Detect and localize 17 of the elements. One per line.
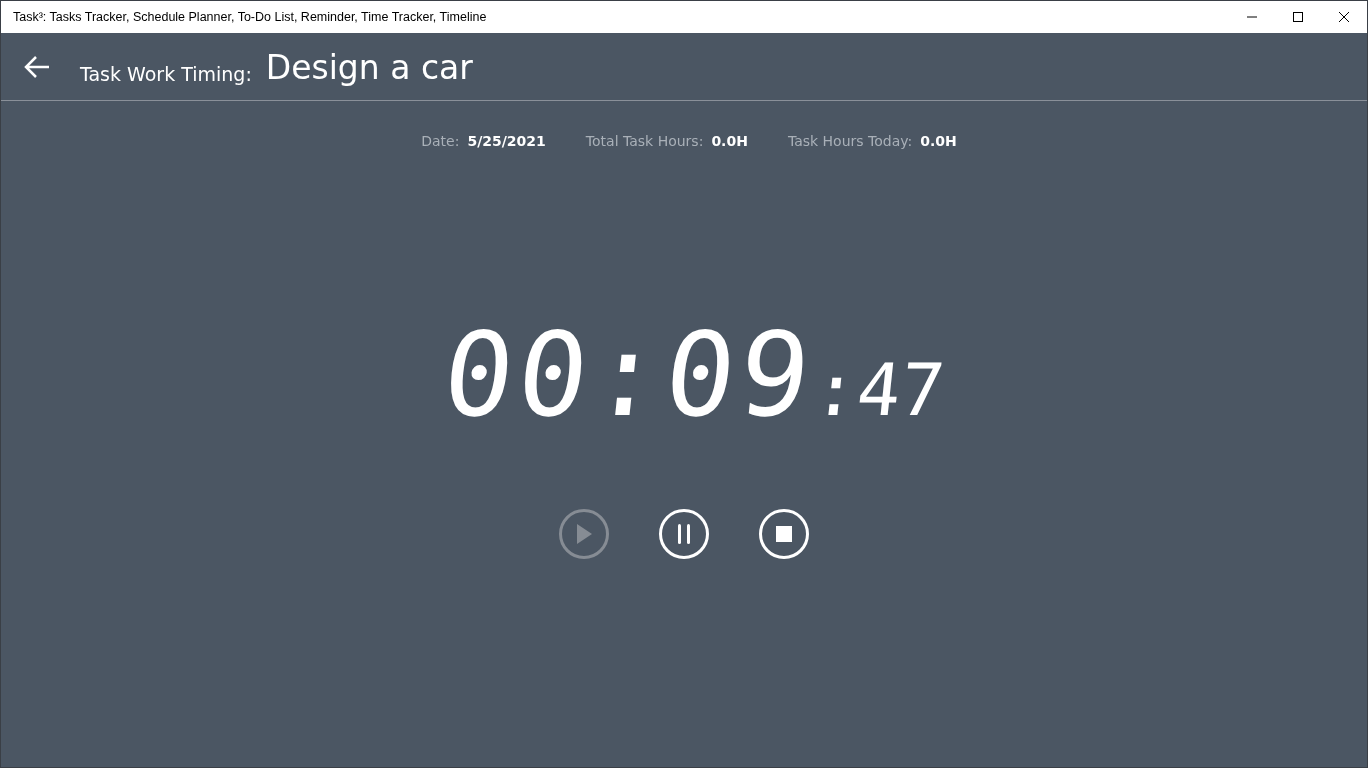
stat-value: 5/25/2021	[467, 133, 546, 149]
close-icon	[1338, 11, 1350, 23]
task-name: Design a car	[265, 48, 473, 87]
pause-button[interactable]	[659, 509, 709, 559]
window-title: Task³: Tasks Tracker, Schedule Planner, To-Do List, Reminder, Time Tracker, Timeline	[12, 10, 488, 24]
stat-value: 0.0H	[920, 133, 957, 149]
stat-label: Date:	[421, 133, 460, 149]
stat-label: Task Hours Today:	[787, 133, 913, 149]
play-icon	[575, 523, 593, 545]
pause-icon	[676, 523, 692, 545]
back-arrow-icon	[23, 54, 51, 79]
stat-value: 0.0H	[711, 133, 748, 149]
stop-button[interactable]	[759, 509, 809, 559]
header-label: Task Work Timing:	[80, 62, 252, 85]
maximize-icon	[1292, 11, 1304, 23]
stat-label: Total Task Hours:	[585, 133, 704, 149]
stop-icon	[776, 526, 792, 542]
